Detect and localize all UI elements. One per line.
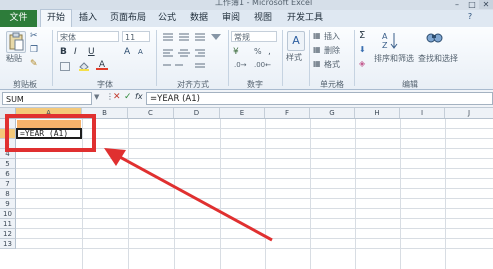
annotation-arrow xyxy=(104,148,273,242)
